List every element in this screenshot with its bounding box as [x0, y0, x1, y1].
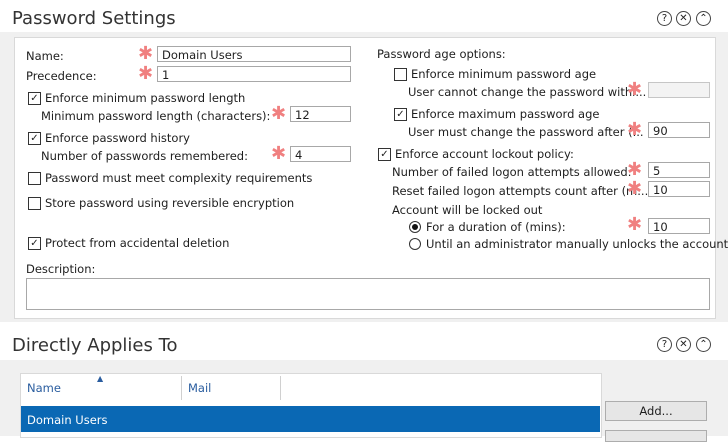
column-header-name[interactable]: Name: [27, 381, 61, 395]
manual-unlock-radio[interactable]: [409, 238, 421, 250]
remove-button[interactable]: [605, 430, 707, 442]
description-field[interactable]: [26, 278, 710, 310]
min-age-field[interactable]: [648, 82, 710, 98]
protect-deletion-label: Protect from accidental deletion: [45, 236, 230, 250]
password-settings-title: Password Settings: [12, 8, 176, 29]
name-field[interactable]: Domain Users: [157, 46, 351, 62]
lockout-policy-label: Enforce account lockout policy:: [395, 147, 574, 161]
required-marker: ✱: [627, 214, 643, 235]
required-marker: ✱: [271, 143, 287, 164]
required-marker: ✱: [627, 159, 643, 180]
complexity-label: Password must meet complexity requiremen…: [45, 171, 313, 185]
column-divider: [181, 376, 182, 400]
failed-attempts-label: Number of failed logon attempts allowed:: [392, 165, 632, 179]
column-header-mail[interactable]: Mail: [188, 381, 211, 395]
min-length-field[interactable]: 12: [290, 106, 351, 122]
help-icon[interactable]: ?: [657, 337, 672, 352]
required-marker: ✱: [627, 119, 643, 140]
required-marker: ✱: [138, 63, 154, 84]
applies-to-title: Directly Applies To: [12, 335, 178, 356]
min-age-label: User cannot change the password withi...: [408, 85, 647, 99]
help-icon[interactable]: ?: [657, 11, 672, 26]
complexity-checkbox[interactable]: [28, 172, 41, 185]
collapse-icon[interactable]: ⌃: [696, 11, 711, 26]
duration-radio[interactable]: [409, 221, 421, 233]
table-row[interactable]: Domain Users: [21, 406, 600, 432]
reset-count-label: Reset failed logon attempts count after …: [392, 184, 649, 198]
required-marker: ✱: [271, 103, 287, 124]
row-name: Domain Users: [27, 413, 108, 427]
min-length-label: Minimum password length (characters):: [41, 109, 271, 123]
collapse-icon[interactable]: ⌃: [696, 337, 711, 352]
column-divider: [280, 376, 281, 400]
enforce-min-age-label: Enforce minimum password age: [411, 67, 597, 81]
reset-count-field[interactable]: 10: [648, 181, 710, 197]
max-age-field[interactable]: 90: [648, 122, 710, 138]
enforce-max-age-checkbox[interactable]: ✓: [394, 108, 407, 121]
sort-ascending-icon: ▲: [97, 374, 104, 383]
locked-out-label: Account will be locked out: [392, 203, 543, 217]
required-marker: ✱: [138, 43, 154, 64]
duration-label: For a duration of (mins):: [426, 220, 566, 234]
precedence-label: Precedence:: [26, 69, 97, 83]
close-icon[interactable]: ✕: [676, 11, 691, 26]
age-options-label: Password age options:: [377, 47, 506, 61]
name-label: Name:: [26, 49, 64, 63]
history-label: Number of passwords remembered:: [41, 149, 248, 163]
close-icon[interactable]: ✕: [676, 337, 691, 352]
required-marker: ✱: [627, 178, 643, 199]
lockout-policy-checkbox[interactable]: ✓: [378, 148, 391, 161]
max-age-label: User must change the password after (...: [408, 125, 644, 139]
required-marker: ✱: [627, 79, 643, 100]
enforce-min-length-label: Enforce minimum password length: [45, 91, 246, 105]
failed-attempts-field[interactable]: 5: [648, 162, 710, 178]
enforce-history-checkbox[interactable]: ✓: [28, 132, 41, 145]
enforce-history-label: Enforce password history: [45, 131, 190, 145]
description-label: Description:: [26, 262, 96, 276]
reversible-encryption-checkbox[interactable]: [28, 197, 41, 210]
enforce-min-age-checkbox[interactable]: [394, 68, 407, 81]
reversible-encryption-label: Store password using reversible encrypti…: [45, 196, 295, 210]
duration-field[interactable]: 10: [648, 218, 710, 234]
enforce-min-length-checkbox[interactable]: ✓: [28, 92, 41, 105]
protect-deletion-checkbox[interactable]: ✓: [28, 237, 41, 250]
history-field[interactable]: 4: [290, 146, 351, 162]
add-button[interactable]: Add...: [605, 401, 707, 421]
precedence-field[interactable]: 1: [157, 66, 351, 82]
manual-unlock-label: Until an administrator manually unlocks …: [426, 237, 728, 251]
enforce-max-age-label: Enforce maximum password age: [411, 107, 600, 121]
